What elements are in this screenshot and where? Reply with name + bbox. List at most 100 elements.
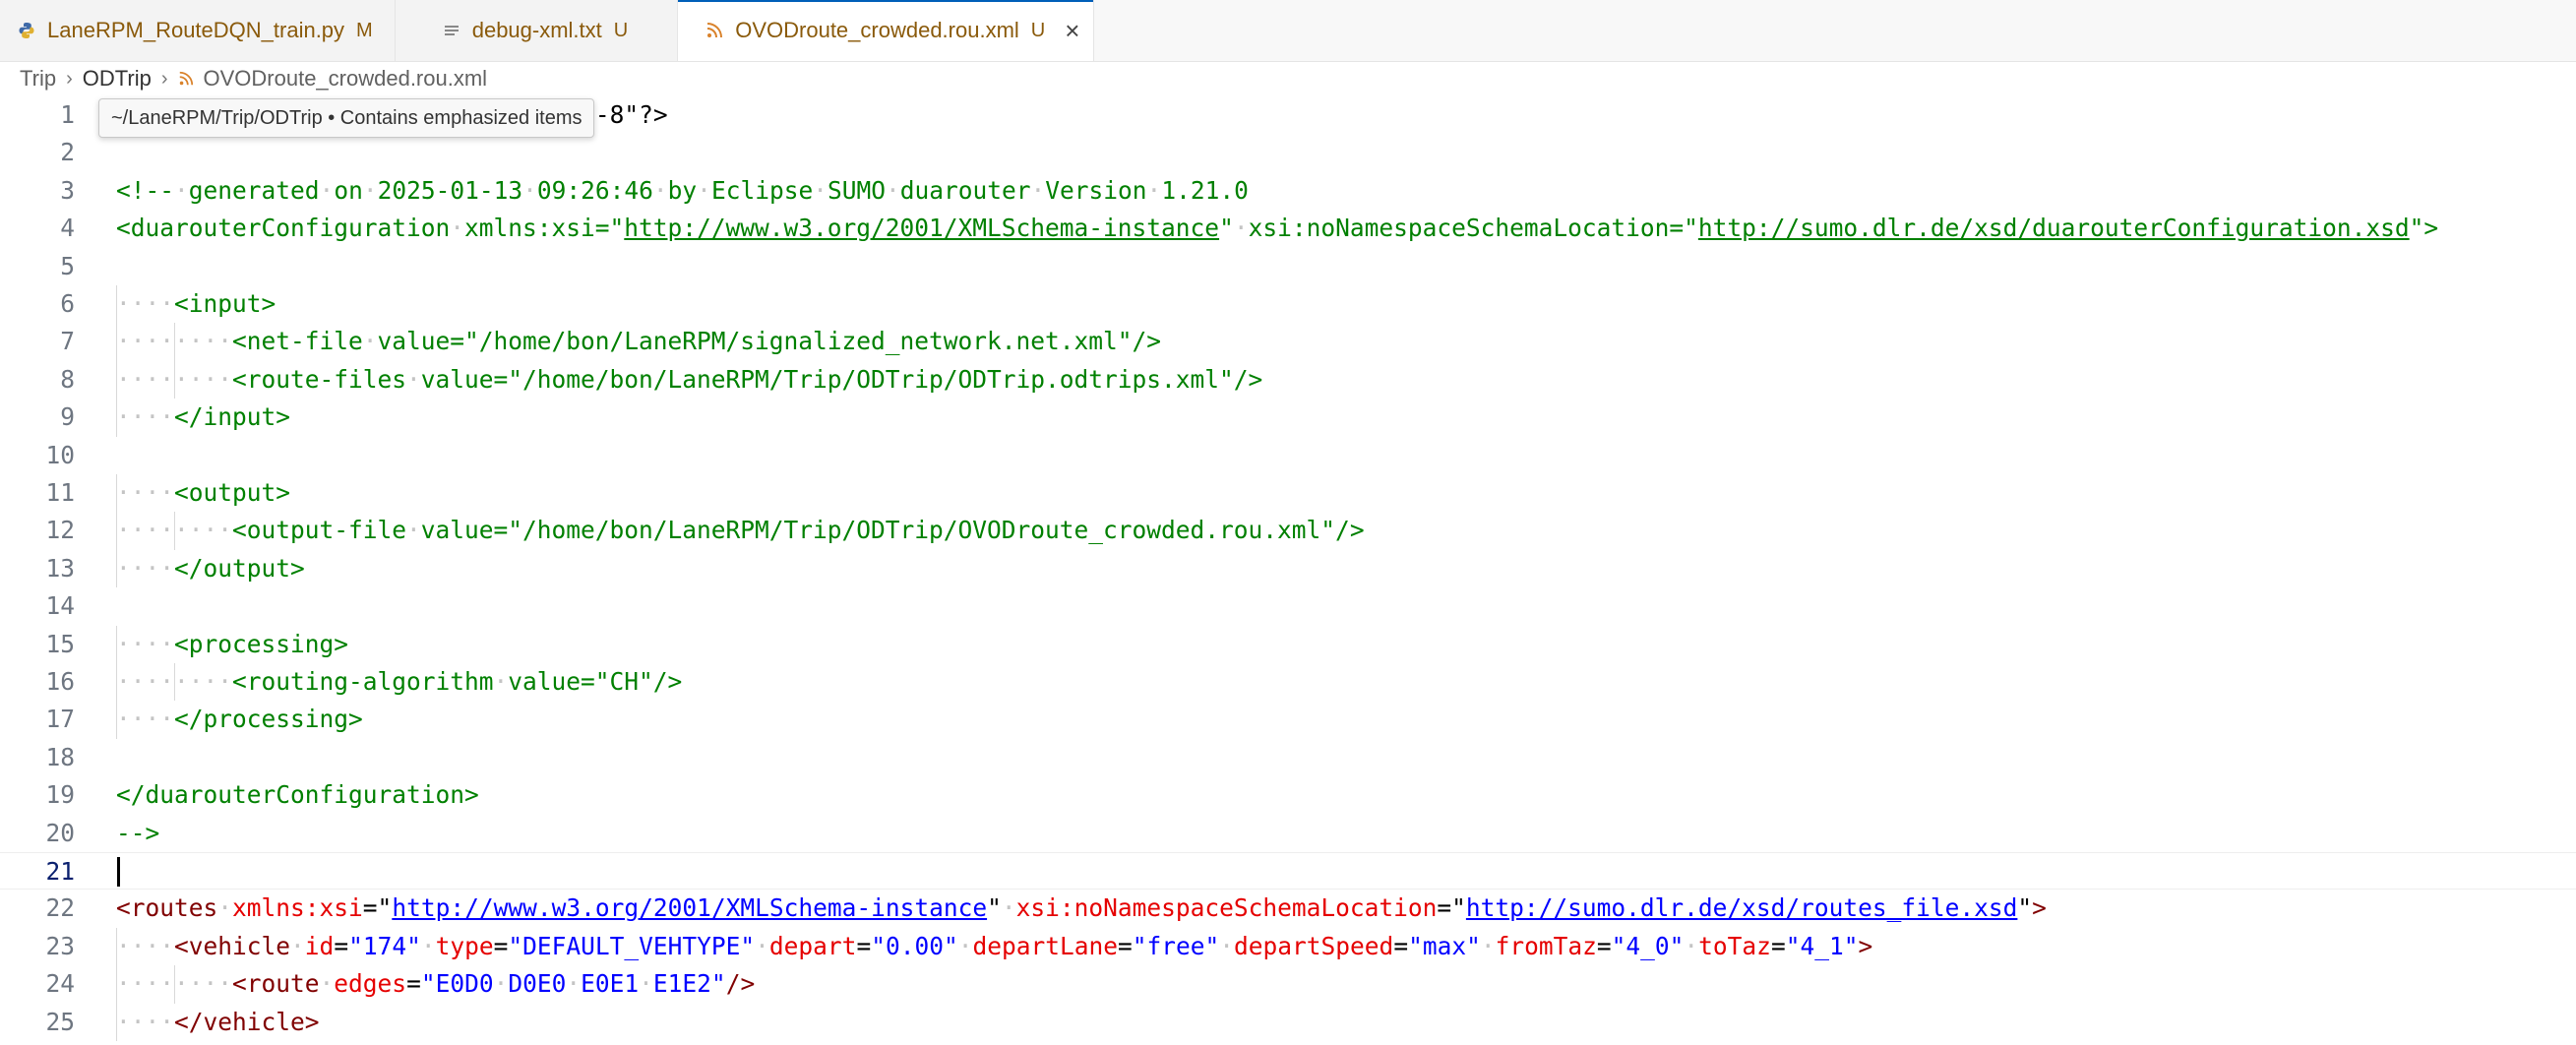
code-token: ·depart [755, 931, 857, 960]
xml-rss-file-icon [178, 71, 194, 87]
code-token: </vehicle> [174, 1007, 320, 1036]
code-line[interactable]: 9 ····</input> [0, 399, 2576, 437]
code-token: ·toTaz [1684, 931, 1771, 960]
code-token[interactable]: http://sumo.dlr.de/xsd/duarouterConfigur… [1698, 214, 2410, 242]
code-token: "DEFAULT_VEHTYPE" [508, 931, 756, 960]
whitespace-dots: ········ [116, 969, 233, 999]
text-cursor [117, 857, 120, 887]
code-token: <route [232, 969, 320, 999]
code-token: = [856, 931, 872, 960]
code-line[interactable]: 24 ········<route·edges="E0D0·D0E0·E0E1·E… [0, 965, 2576, 1004]
code-line[interactable]: 25 ····</vehicle> [0, 1003, 2576, 1041]
code-token: <routes [116, 893, 218, 923]
code-token: ·departLane [957, 931, 1118, 960]
line-number: 8 [60, 364, 75, 394]
code-token: " [987, 893, 1002, 923]
line-content: <!--·generated·on·2025-01-13·09:26:46·by… [116, 172, 1249, 210]
code-line[interactable]: 16 ········<routing-algorithm·value="CH"/… [0, 663, 2576, 702]
line-number: 18 [45, 742, 75, 771]
modified-badge: M [356, 19, 373, 41]
code-line[interactable]: 20 --> [0, 815, 2576, 852]
code-token: ·type [420, 931, 494, 960]
breadcrumb-tooltip: ~/LaneRPM/Trip/ODTrip • Contains emphasi… [98, 98, 595, 138]
line-number: 19 [45, 780, 75, 810]
code-token: > [2032, 893, 2047, 923]
whitespace-dots: ···· [116, 478, 175, 507]
line-number: 23 [45, 931, 75, 960]
whitespace-dots: ········ [116, 327, 233, 356]
line-number: 12 [45, 516, 75, 545]
code-line[interactable]: 6 ····<input> [0, 285, 2576, 324]
breadcrumb-item-trip[interactable]: Trip [20, 66, 56, 92]
code-line[interactable]: 14 [0, 587, 2576, 625]
code-token: --> [116, 818, 160, 847]
whitespace-dots: ···· [116, 629, 175, 658]
code-token: <processing> [174, 629, 349, 658]
code-line[interactable]: 10 [0, 437, 2576, 474]
line-content: ········<route·edges="E0D0·D0E0·E0E1·E1E… [116, 965, 755, 1003]
close-tab-icon[interactable]: × [1065, 18, 1079, 43]
code-token: "4_0" [1611, 931, 1685, 960]
code-token: <output-file·value="/home/bon/LaneRPM/Tr… [232, 516, 1365, 545]
whitespace-dots: ···· [116, 289, 175, 318]
line-content: ····<processing> [116, 626, 348, 663]
code-line[interactable]: 3 <!--·generated·on·2025-01-13·09:26:46·b… [0, 172, 2576, 210]
code-token: "0.00" [871, 931, 958, 960]
whitespace-dots: ········ [116, 667, 233, 696]
code-line[interactable]: 13 ····</output> [0, 549, 2576, 588]
tab-debug-xml[interactable]: debug-xml.txt U [395, 0, 679, 61]
code-line[interactable]: 2 [0, 134, 2576, 171]
line-content: ····<output> [116, 474, 290, 512]
tab-label: debug-xml.txt [471, 18, 602, 42]
code-token[interactable]: http://www.w3.org/2001/XMLSchema-instanc… [392, 893, 987, 922]
code-token[interactable]: http://sumo.dlr.de/xsd/routes_file.xsd [1466, 893, 2018, 922]
line-number: 25 [45, 1007, 75, 1036]
line-content: ····</output> [116, 550, 305, 587]
code-token: ·edges [319, 969, 407, 999]
breadcrumb-item-file[interactable]: OVODroute_crowded.rou.xml [204, 66, 488, 92]
code-line[interactable]: 7 ········<net-file·value="/home/bon/Lane… [0, 323, 2576, 361]
code-line[interactable]: 15 ····<processing> [0, 625, 2576, 663]
code-token: <duarouterConfiguration·xmlns:xsi=" [116, 214, 625, 243]
whitespace-dots: ···· [116, 705, 175, 734]
code-token: <route-files·value="/home/bon/LaneRPM/Tr… [232, 364, 1263, 394]
code-line[interactable]: 5 [0, 248, 2576, 285]
code-line[interactable]: 18 [0, 739, 2576, 776]
line-number: 13 [45, 553, 75, 583]
code-line[interactable]: 8 ········<route-files·value="/home/bon/L… [0, 360, 2576, 400]
code-line[interactable]: 17 ····</processing> [0, 701, 2576, 739]
code-token: = [1770, 931, 1786, 960]
code-editor[interactable]: 1<?xml·version="1.0"·encoding="UTF-8"?>2… [0, 96, 2576, 1045]
code-line[interactable]: 22 <routes·xmlns:xsi="http://www.w3.org/2… [0, 890, 2576, 927]
code-token: ·fromTaz [1480, 931, 1597, 960]
code-token: /> [725, 969, 756, 999]
code-line[interactable]: 21 [0, 852, 2576, 891]
code-token: = [493, 931, 509, 960]
code-token: <net-file·value="/home/bon/LaneRPM/signa… [232, 327, 1162, 356]
code-token: <vehicle [174, 931, 291, 960]
breadcrumb-item-odtrip[interactable]: ODTrip [83, 66, 152, 92]
code-line[interactable]: 12 ········<output-file·value="/home/bon/… [0, 512, 2576, 550]
line-number: 5 [60, 251, 75, 280]
line-number: 24 [45, 969, 75, 999]
code-line[interactable]: 19 </duarouterConfiguration> [0, 776, 2576, 814]
code-line[interactable]: 4 <duarouterConfiguration·xmlns:xsi="http… [0, 210, 2576, 247]
code-line[interactable]: 11 ····<output> [0, 474, 2576, 513]
code-token: <input> [174, 289, 276, 318]
line-content: <duarouterConfiguration·xmlns:xsi="http:… [116, 210, 2438, 247]
code-token: </duarouterConfiguration> [116, 780, 479, 810]
code-token[interactable]: http://www.w3.org/2001/XMLSchema-instanc… [624, 214, 1219, 242]
tab-ovodroute-crowded[interactable]: OVODroute_crowded.rou.xml U × [678, 0, 1095, 61]
code-token: =" [1437, 893, 1466, 923]
chevron-right-icon: › [66, 67, 73, 90]
code-token: ·xsi:noNamespaceSchemaLocation [1001, 893, 1438, 923]
line-number: 16 [45, 667, 75, 696]
xml-rss-file-icon [704, 20, 725, 41]
tab-lanerpm-routedqn-train[interactable]: LaneRPM_RouteDQN_train.py M [0, 0, 396, 61]
code-token: > [1858, 931, 1873, 960]
line-number: 2 [60, 138, 75, 167]
line-number: 11 [45, 478, 75, 507]
code-token: <!--·generated·on·2025-01-13·09:26:46·by… [116, 175, 1249, 205]
whitespace-dots: ········ [116, 364, 233, 394]
code-line[interactable]: 23 ····<vehicle·id="174"·type="DEFAULT_VE… [0, 927, 2576, 966]
